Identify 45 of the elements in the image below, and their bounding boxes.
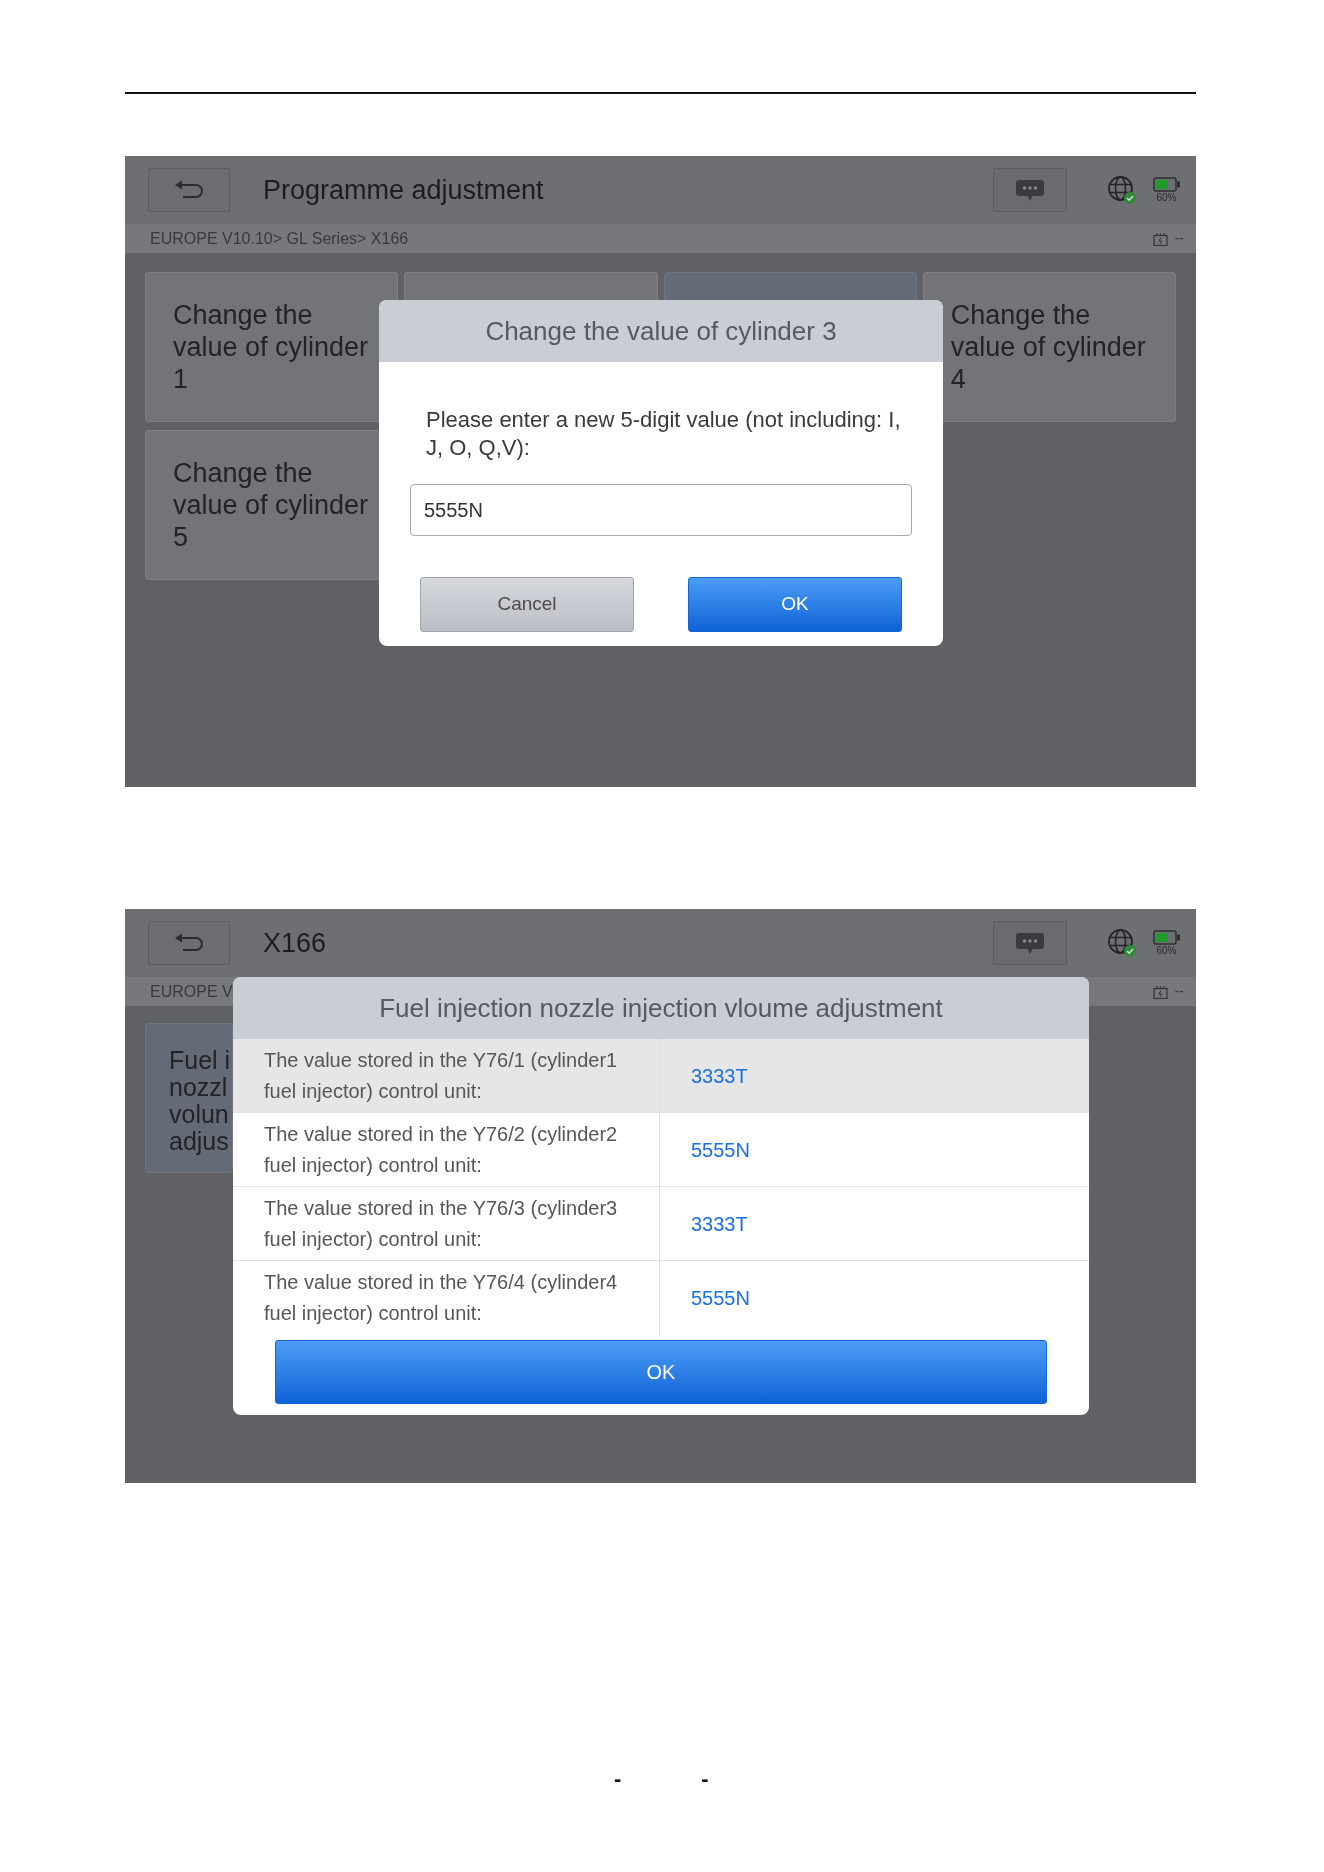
label-cell: The value stored in the Y76/2 (cylinder2 fuel injector) control unit: (233, 1113, 660, 1186)
label-cell: The value stored in the Y76/4 (cylinder4 fuel injector) control unit: (233, 1261, 660, 1335)
return-arrow-icon (174, 933, 204, 953)
battery-percent: 60% (1156, 944, 1177, 957)
value-cell-text: 3333T (690, 1063, 749, 1089)
back-button[interactable] (148, 921, 230, 965)
table-row[interactable]: The value stored in the Y76/3 (cylinder3 fuel injector) control unit: 3333T (233, 1187, 1089, 1261)
globe-icon (1108, 176, 1136, 204)
return-arrow-icon (174, 180, 204, 200)
car-battery-icon (1152, 984, 1168, 999)
battery-icon (1153, 929, 1180, 945)
cancel-button[interactable]: Cancel (420, 577, 634, 632)
page-dash: - (701, 1765, 709, 1793)
battery-icon (1153, 176, 1180, 192)
breadcrumb-path: EUROPE V (150, 981, 233, 1002)
page-dash: - (614, 1765, 622, 1793)
battery-percent: 60% (1156, 191, 1177, 204)
screen-title: X166 (263, 926, 327, 960)
menu-tile[interactable]: Fuel i nozzl volun adjus (145, 1023, 233, 1173)
car-battery-icon (1152, 231, 1168, 246)
value-cell-text: 5555N (690, 1137, 751, 1163)
chat-bubble-icon (1016, 932, 1044, 954)
chat-button[interactable] (993, 168, 1067, 212)
table-row[interactable]: The value stored in the Y76/1 (cylinder1 fuel injector) control unit: 3333T (233, 1039, 1089, 1113)
globe-icon (1108, 929, 1136, 957)
value-cell-text: 5555N (690, 1286, 751, 1311)
voltage-reading: -- (1174, 982, 1184, 1001)
back-button[interactable] (148, 168, 230, 212)
value-cell-text: 3333T (690, 1211, 749, 1237)
voltage-reading: -- (1174, 229, 1184, 248)
menu-tile[interactable]: Change the value of cylinder 4 (922, 272, 1176, 422)
dialog-title: Change the value of cylinder 3 (485, 314, 837, 348)
dialog-title: Fuel injection nozzle injection vloume adjustment (379, 991, 943, 1025)
ok-button[interactable]: OK (275, 1340, 1047, 1404)
ok-button[interactable]: OK (688, 577, 902, 632)
table-row[interactable]: The value stored in the Y76/2 (cylinder2 fuel injector) control unit: 5555N (233, 1113, 1089, 1187)
screen-title: Programme adjustment (263, 173, 544, 207)
label-cell: The value stored in the Y76/3 (cylinder3 fuel injector) control unit: (233, 1187, 660, 1260)
prompt-text: Please enter a new 5-digit value (not including: I, J, O, Q,V): (425, 406, 902, 462)
menu-tile[interactable]: Change the value of cylinder 1 (145, 272, 399, 422)
breadcrumb-path: EUROPE V10.10> GL Series> X166 (150, 228, 409, 249)
label-cell: The value stored in the Y76/1 (cylinder1 fuel injector) control unit: (233, 1039, 660, 1112)
chat-button[interactable] (993, 921, 1067, 965)
value-input[interactable]: 5555N (410, 484, 912, 536)
chat-bubble-icon (1016, 179, 1044, 201)
